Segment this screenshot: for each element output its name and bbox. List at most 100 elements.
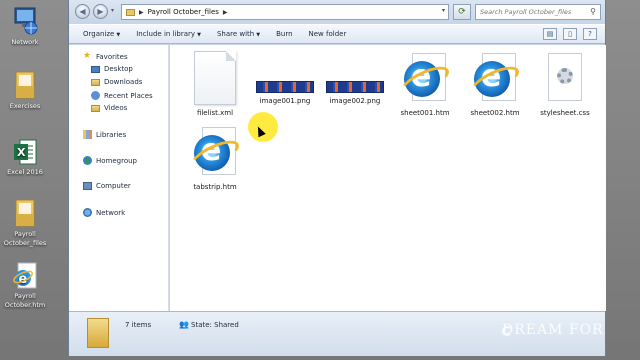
nav-item-favorites[interactable]: ★ Favorites xyxy=(83,52,128,61)
ie-icon xyxy=(472,51,518,105)
nav-item-computer[interactable]: Computer xyxy=(83,182,131,190)
nav-item-homegroup[interactable]: Homegroup xyxy=(83,156,137,165)
new-folder-button[interactable]: New folder xyxy=(309,30,347,38)
nav-item-recent-places[interactable]: Recent Places xyxy=(91,91,153,100)
file-item[interactable]: sheet001.htm xyxy=(392,51,458,117)
desktop-payroll-htm-file[interactable]: e Payroll October.htm xyxy=(0,262,50,310)
back-button[interactable]: ◀ xyxy=(75,4,90,19)
change-view-button[interactable]: ▤ xyxy=(543,28,557,40)
folder-icon xyxy=(15,71,35,99)
desktop-exercises-folder[interactable]: Exercises xyxy=(0,70,50,111)
image-thumbnail-icon xyxy=(256,81,314,93)
organize-button[interactable]: Organize ▼ xyxy=(83,30,120,38)
css-icon xyxy=(544,51,586,105)
nav-item-label: Libraries xyxy=(96,130,127,139)
file-item[interactable]: sheet002.htm xyxy=(462,51,528,117)
folder-icon xyxy=(87,318,109,348)
file-item[interactable]: image001.png xyxy=(252,51,318,105)
nav-item-label: Videos xyxy=(104,104,128,112)
nav-item-label: Desktop xyxy=(104,65,133,73)
ie-icon xyxy=(192,125,238,179)
libraries-icon xyxy=(83,130,92,139)
recent-pages-chevron-icon[interactable]: ▾ xyxy=(111,7,114,14)
help-button[interactable]: ? xyxy=(583,28,597,40)
desktop-network-icon[interactable]: Network xyxy=(0,6,50,47)
navigation-pane: ★ Favorites Desktop Downloads Recent Pla… xyxy=(69,45,169,311)
address-bar-area: ◀ ▶ ▾ ▶ Payroll October_files ▶ ▾ ⟳ ⚲ xyxy=(69,0,605,24)
include-in-library-label: Include in library xyxy=(136,30,196,38)
computer-icon xyxy=(83,182,92,190)
nav-item-desktop[interactable]: Desktop xyxy=(91,65,133,73)
state-value: Shared xyxy=(214,321,239,329)
videos-folder-icon xyxy=(91,104,100,112)
share-with-button[interactable]: Share with ▼ xyxy=(217,30,260,38)
network-icon xyxy=(83,208,92,217)
ie-icon: e xyxy=(13,262,37,289)
nav-item-label: Favorites xyxy=(96,52,128,61)
folder-icon xyxy=(126,8,135,16)
downloads-folder-icon xyxy=(91,78,100,86)
forward-button[interactable]: ▶ xyxy=(93,4,108,19)
file-item[interactable]: stylesheet.css xyxy=(532,51,598,117)
desktop-icon-label-line1: Payroll xyxy=(14,292,36,300)
svg-text:X: X xyxy=(17,146,26,159)
gear-icon xyxy=(557,68,573,84)
watermark: DREAM FOR xyxy=(502,322,604,338)
nav-item-network[interactable]: Network xyxy=(83,208,125,217)
view-controls: ▤ ▯ ? xyxy=(543,28,597,40)
nav-item-label: Computer xyxy=(96,182,131,190)
file-name: image001.png xyxy=(259,97,311,105)
desktop-icon-label-line1: Payroll xyxy=(14,230,36,238)
organize-label: Organize xyxy=(83,30,115,38)
document-icon xyxy=(194,51,236,105)
nav-item-label: Homegroup xyxy=(96,156,138,165)
file-item[interactable]: filelist.xml xyxy=(182,51,248,117)
share-with-label: Share with xyxy=(216,30,255,38)
excel-icon: X xyxy=(14,139,37,165)
file-item[interactable]: tabstrip.htm xyxy=(182,125,248,191)
desktop-payroll-files-folder[interactable]: Payroll October_files xyxy=(0,198,50,248)
search-field[interactable]: ⚲ xyxy=(475,4,601,20)
file-name: sheet002.htm xyxy=(470,109,520,117)
refresh-button[interactable]: ⟳ xyxy=(453,4,471,20)
search-input[interactable] xyxy=(480,8,584,16)
file-name: stylesheet.css xyxy=(540,109,590,117)
nav-item-videos[interactable]: Videos xyxy=(91,104,127,112)
file-name: tabstrip.htm xyxy=(193,183,237,191)
burn-button[interactable]: Burn xyxy=(276,30,292,38)
image-thumbnail-icon xyxy=(326,81,384,93)
address-dropdown-icon[interactable]: ▾ xyxy=(442,7,445,14)
nav-item-downloads[interactable]: Downloads xyxy=(91,78,142,86)
file-name: sheet001.htm xyxy=(400,109,450,117)
desktop-icon-label-line2: October.htm xyxy=(4,301,46,309)
breadcrumb-chevron-icon[interactable]: ▶ xyxy=(223,9,228,16)
file-name: image002.png xyxy=(329,97,381,105)
desktop-icon-label: Excel 2016 xyxy=(7,168,43,176)
address-field[interactable]: ▶ Payroll October_files ▶ ▾ xyxy=(121,4,449,20)
breadcrumb-current[interactable]: Payroll October_files xyxy=(148,8,219,16)
nav-item-label: Recent Places xyxy=(104,91,153,100)
search-icon[interactable]: ⚲ xyxy=(590,7,596,16)
chevron-down-icon: ▼ xyxy=(116,32,121,38)
file-list: filelist.xml image001.png image002.png s… xyxy=(170,45,606,311)
nav-item-label: Downloads xyxy=(104,78,143,86)
share-state: State: Shared xyxy=(191,321,239,329)
star-icon: ★ xyxy=(83,51,92,61)
desktop-icon-label-line2: October_files xyxy=(3,239,47,247)
include-in-library-button[interactable]: Include in library ▼ xyxy=(136,30,201,38)
recent-places-icon xyxy=(91,91,100,100)
chevron-down-icon: ▼ xyxy=(197,32,201,38)
nav-item-libraries[interactable]: Libraries xyxy=(83,130,126,139)
file-item[interactable]: image002.png xyxy=(322,51,388,105)
preview-pane-button[interactable]: ▯ xyxy=(563,28,577,40)
breadcrumb-chevron-icon[interactable]: ▶ xyxy=(139,9,144,16)
desktop-icon xyxy=(91,65,100,73)
command-bar: Organize ▼ Include in library ▼ Share with… xyxy=(69,24,605,44)
ie-icon xyxy=(402,51,448,105)
item-count: 7 items xyxy=(125,321,152,329)
desktop-icon-label: Exercises xyxy=(9,102,41,110)
state-label: State: xyxy=(191,321,212,329)
homegroup-icon xyxy=(83,156,92,165)
folder-icon xyxy=(15,199,35,227)
desktop-excel-shortcut[interactable]: X Excel 2016 xyxy=(0,138,50,177)
